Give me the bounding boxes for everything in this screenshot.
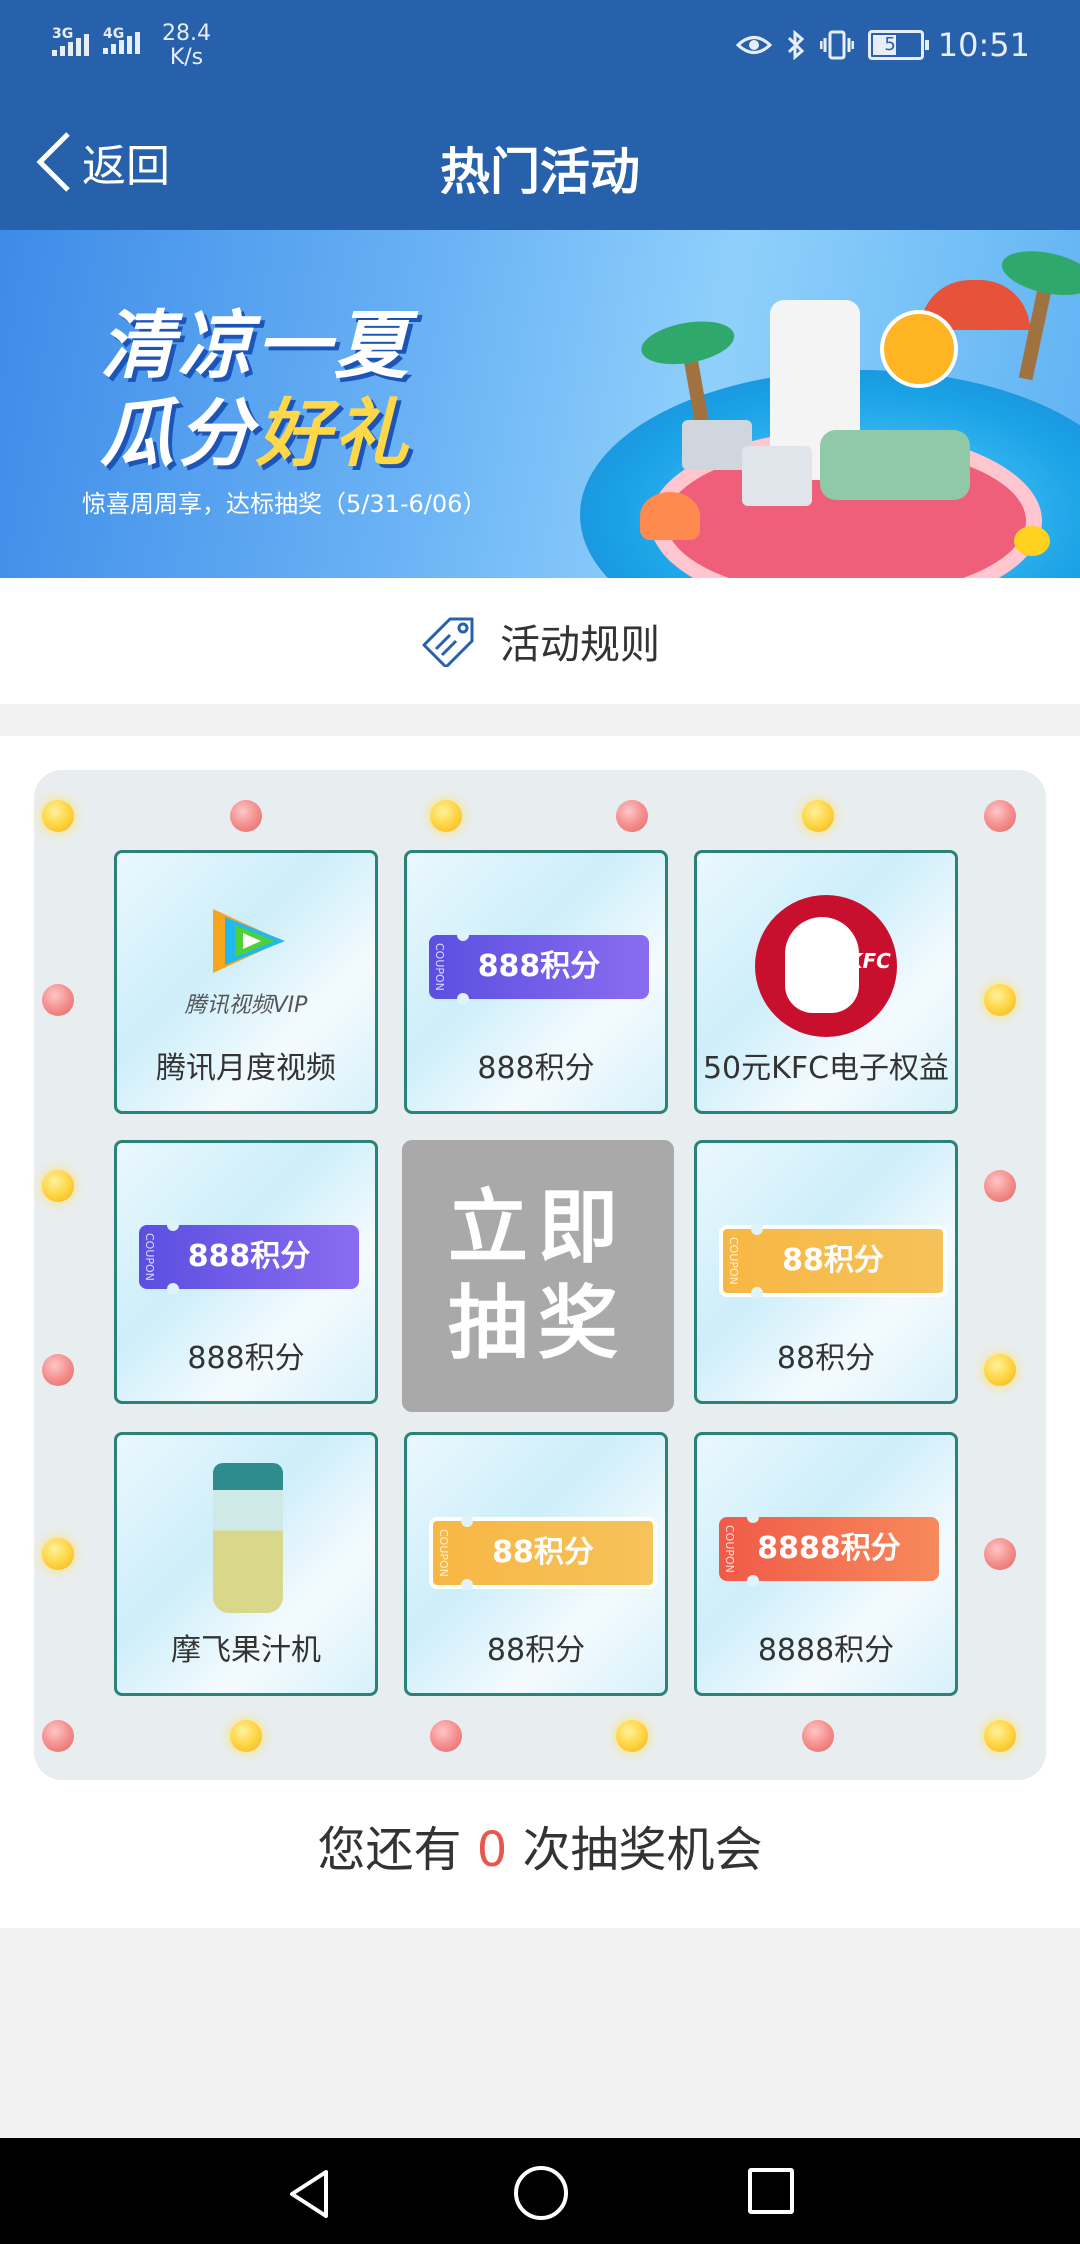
tencent-video-logo-icon xyxy=(213,909,285,973)
prize-label: 888积分 xyxy=(477,1051,595,1086)
remaining-chances-text: 您还有 0 次抽奖机会 xyxy=(317,1822,763,1878)
banner-subtitle: 惊喜周周享，达标抽奖（5/31-6/06） xyxy=(82,490,487,518)
tag-icon xyxy=(422,617,474,667)
draw-now-button[interactable]: 立即 抽奖 xyxy=(402,1140,674,1412)
vibrate-icon xyxy=(819,30,854,60)
light-dot xyxy=(984,1354,1016,1386)
light-dot xyxy=(430,1720,462,1752)
coupon-ticket: COUPON 888积分 xyxy=(429,929,649,1005)
prize-cell-tencent-video: 腾讯视频VIP 腾讯月度视频 xyxy=(114,850,378,1114)
prize-cell-points-888-b: COUPON 888积分 888积分 xyxy=(114,1140,378,1404)
light-dot xyxy=(984,1538,1016,1570)
prize-cell-points-88: COUPON 88积分 88积分 xyxy=(694,1140,958,1404)
cellular-signal-icon-2: 4G xyxy=(103,22,140,54)
network-speed: 28.4 K/s xyxy=(162,21,211,70)
promo-banner[interactable]: 清凉一夏 瓜分好礼 惊喜周周享，达标抽奖（5/31-6/06） xyxy=(0,230,1080,578)
light-dot xyxy=(616,800,648,832)
prize-cell-points-888: COUPON 888积分 888积分 xyxy=(404,850,668,1114)
page-title: 热门活动 xyxy=(440,143,640,201)
app-header: 返回 热门活动 xyxy=(0,100,1080,230)
light-dot xyxy=(230,800,262,832)
light-dot xyxy=(984,984,1016,1016)
light-dot xyxy=(230,1720,262,1752)
light-dot xyxy=(42,800,74,832)
system-nav-bar xyxy=(0,2138,1080,2244)
light-dot xyxy=(984,1720,1016,1752)
prize-label: 摩飞果汁机 xyxy=(171,1633,321,1668)
shell-illustration xyxy=(640,492,700,540)
coupon-ticket: COUPON 888积分 xyxy=(139,1219,359,1295)
prize-cell-points-8888: COUPON 8888积分 8888积分 xyxy=(694,1432,958,1696)
nav-recents-icon[interactable] xyxy=(748,2168,794,2214)
light-dot xyxy=(42,1720,74,1752)
light-dot xyxy=(802,800,834,832)
coupon-ticket: COUPON 88积分 xyxy=(719,1223,947,1299)
nav-home-icon[interactable] xyxy=(514,2166,568,2220)
light-dot xyxy=(802,1720,834,1752)
prize-label: 888积分 xyxy=(187,1341,305,1376)
juicer-image xyxy=(213,1463,283,1613)
light-dot xyxy=(42,1538,74,1570)
prize-label: 腾讯月度视频 xyxy=(156,1051,336,1086)
banner-title: 清凉一夏 瓜分好礼 xyxy=(100,303,412,477)
nav-back-icon[interactable] xyxy=(286,2168,332,2220)
eye-comfort-icon xyxy=(735,36,772,54)
light-dot xyxy=(42,1354,74,1386)
kfc-logo-icon: KFC xyxy=(755,895,897,1037)
battery-icon: 51 xyxy=(867,30,929,60)
chances-count: 0 xyxy=(476,1822,508,1878)
prize-label: 88积分 xyxy=(486,1633,586,1668)
clock: 10:51 xyxy=(937,26,1030,64)
cellular-signal-icon: 3G xyxy=(52,22,89,56)
light-dot xyxy=(42,1170,74,1202)
prize-cell-kfc: KFC 50元KFC电子权益 xyxy=(694,850,958,1114)
status-bar: 3G 4G 28.4 K/s 51 10:51 xyxy=(0,0,1080,100)
pot-image xyxy=(742,446,812,506)
prize-label: 50元KFC电子权益 xyxy=(702,1051,950,1086)
light-dot xyxy=(984,800,1016,832)
orange-slice-illustration xyxy=(880,310,958,388)
light-dot xyxy=(430,800,462,832)
prize-label: 8888积分 xyxy=(757,1633,895,1668)
coupon-ticket: COUPON 88积分 xyxy=(429,1515,657,1591)
activity-rules-link[interactable]: 活动规则 xyxy=(0,578,1080,704)
multi-cooker-image xyxy=(820,430,970,500)
light-dot xyxy=(616,1720,648,1752)
prize-label: 88积分 xyxy=(776,1341,876,1376)
rubber-duck-illustration xyxy=(1014,526,1050,556)
prize-cell-juicer: 摩飞果汁机 xyxy=(114,1432,378,1696)
coupon-ticket: COUPON 8888积分 xyxy=(719,1511,939,1587)
activity-rules-label: 活动规则 xyxy=(500,622,660,668)
tencent-video-vip-text: 腾讯视频VIP xyxy=(184,993,308,1018)
bluetooth-icon xyxy=(787,30,804,60)
light-dot xyxy=(42,984,74,1016)
light-dot xyxy=(984,1170,1016,1202)
prize-cell-points-88-b: COUPON 88积分 88积分 xyxy=(404,1432,668,1696)
